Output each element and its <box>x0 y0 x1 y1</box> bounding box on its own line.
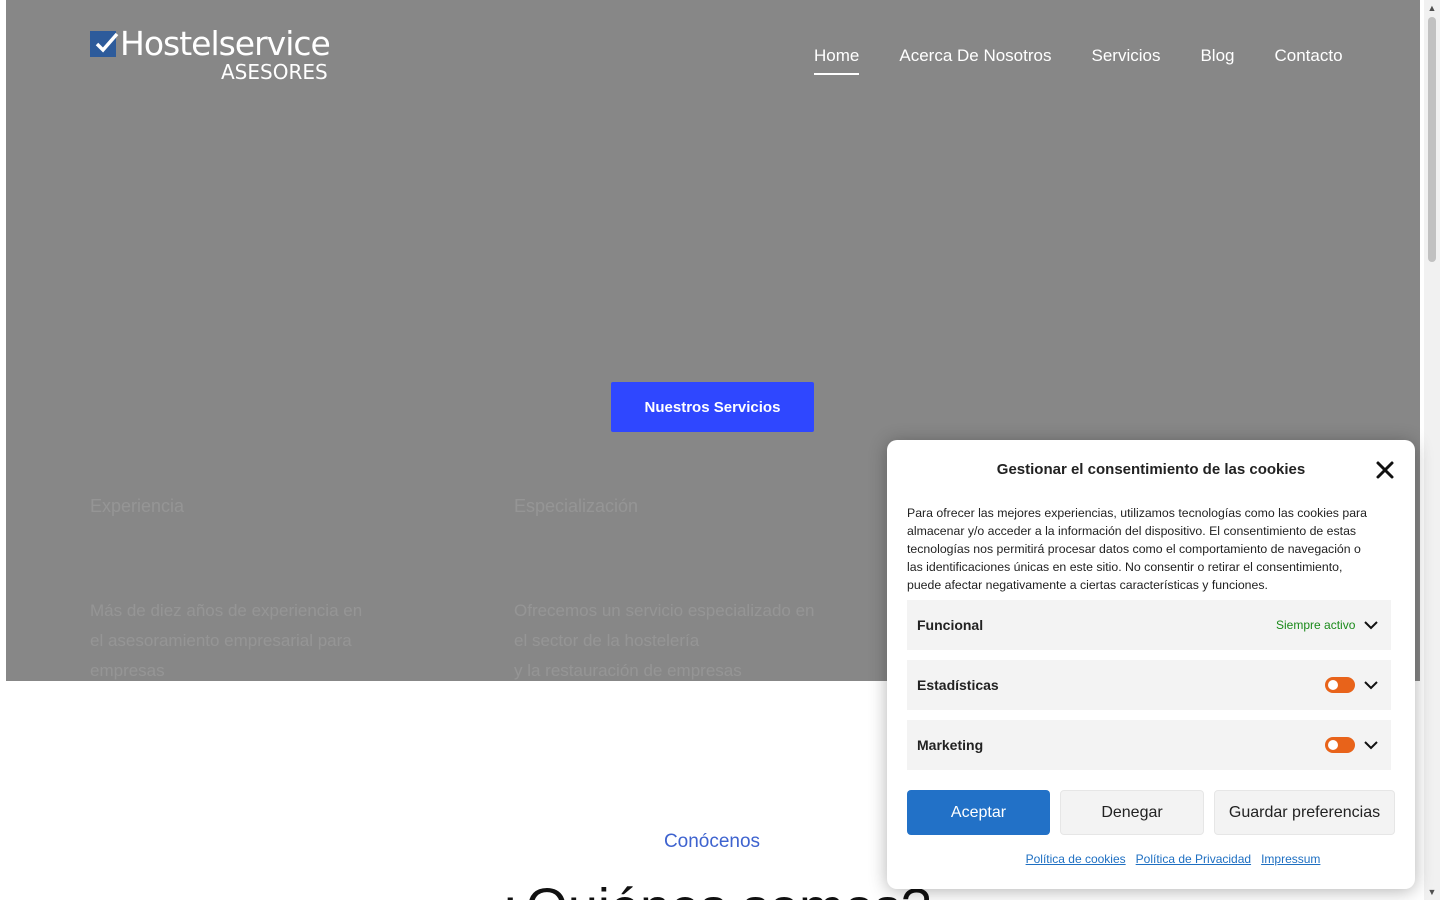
cookie-category-marketing[interactable]: Marketing <box>907 720 1391 770</box>
chevron-down-icon[interactable] <box>1363 678 1379 692</box>
nav-blog[interactable]: Blog <box>1200 46 1234 72</box>
cookie-dialog-title: Gestionar el consentimiento de las cooki… <box>996 461 1306 478</box>
statistics-toggle[interactable] <box>1325 677 1355 693</box>
cookie-description: Para ofrecer las mejores experiencias, u… <box>907 506 1367 592</box>
cookie-policy-link[interactable]: Política de cookies <box>1026 852 1126 866</box>
main-nav: Home Acerca De Nosotros Servicios Blog C… <box>814 46 1343 75</box>
chevron-down-icon[interactable] <box>1363 738 1379 752</box>
faded-heading: Especialización <box>514 496 639 516</box>
cookie-consent-dialog: Gestionar el consentimiento de las cooki… <box>887 440 1415 889</box>
site-logo[interactable]: Hostelservice ASESORES <box>90 24 331 88</box>
privacy-policy-link[interactable]: Política de Privacidad <box>1136 852 1251 866</box>
faded-text-line: Ofrecemos un servicio especializado en <box>514 601 815 620</box>
faded-text-line: Más de diez años de experiencia en <box>90 601 363 620</box>
category-label: Marketing <box>917 737 984 753</box>
scrollbar-thumb[interactable] <box>1428 17 1436 262</box>
nav-services[interactable]: Servicios <box>1091 46 1160 72</box>
chevron-down-icon[interactable] <box>1363 618 1379 632</box>
faded-text-line: el sector de la hostelería <box>514 631 700 650</box>
cookie-category-functional[interactable]: Funcional Siempre activo <box>907 600 1391 650</box>
logo-title: Hostelservice <box>120 24 331 63</box>
accept-button[interactable]: Aceptar <box>907 790 1050 835</box>
faded-text-line: empresas <box>90 661 165 680</box>
save-preferences-button[interactable]: Guardar preferencias <box>1214 790 1395 835</box>
nav-contact[interactable]: Contacto <box>1274 46 1342 72</box>
faded-text-line: el asesoramiento empresarial para <box>90 631 352 650</box>
cookie-category-statistics[interactable]: Estadísticas <box>907 660 1391 710</box>
nav-about[interactable]: Acerca De Nosotros <box>899 46 1051 72</box>
nav-home[interactable]: Home <box>814 46 860 75</box>
page-scrollbar[interactable]: ▲ ▼ <box>1424 0 1440 900</box>
logo-checkmark-icon <box>95 32 119 53</box>
always-active-label: Siempre activo <box>1276 618 1356 632</box>
scroll-down-arrow-icon[interactable]: ▼ <box>1424 884 1440 900</box>
close-icon[interactable] <box>1374 459 1396 481</box>
impressum-link[interactable]: Impressum <box>1261 852 1320 866</box>
category-label: Estadísticas <box>917 677 999 693</box>
services-cta-button[interactable]: Nuestros Servicios <box>611 382 814 432</box>
cookie-links: Política de cookies Política de Privacid… <box>887 852 1415 866</box>
category-label: Funcional <box>917 617 984 633</box>
marketing-toggle[interactable] <box>1325 737 1355 753</box>
logo-subtitle: ASESORES <box>221 60 328 84</box>
deny-button[interactable]: Denegar <box>1060 790 1204 835</box>
faded-heading: Experiencia <box>90 496 185 516</box>
faded-text-line: y la restauración de empresas <box>514 661 742 680</box>
scroll-up-arrow-icon[interactable]: ▲ <box>1424 0 1440 16</box>
